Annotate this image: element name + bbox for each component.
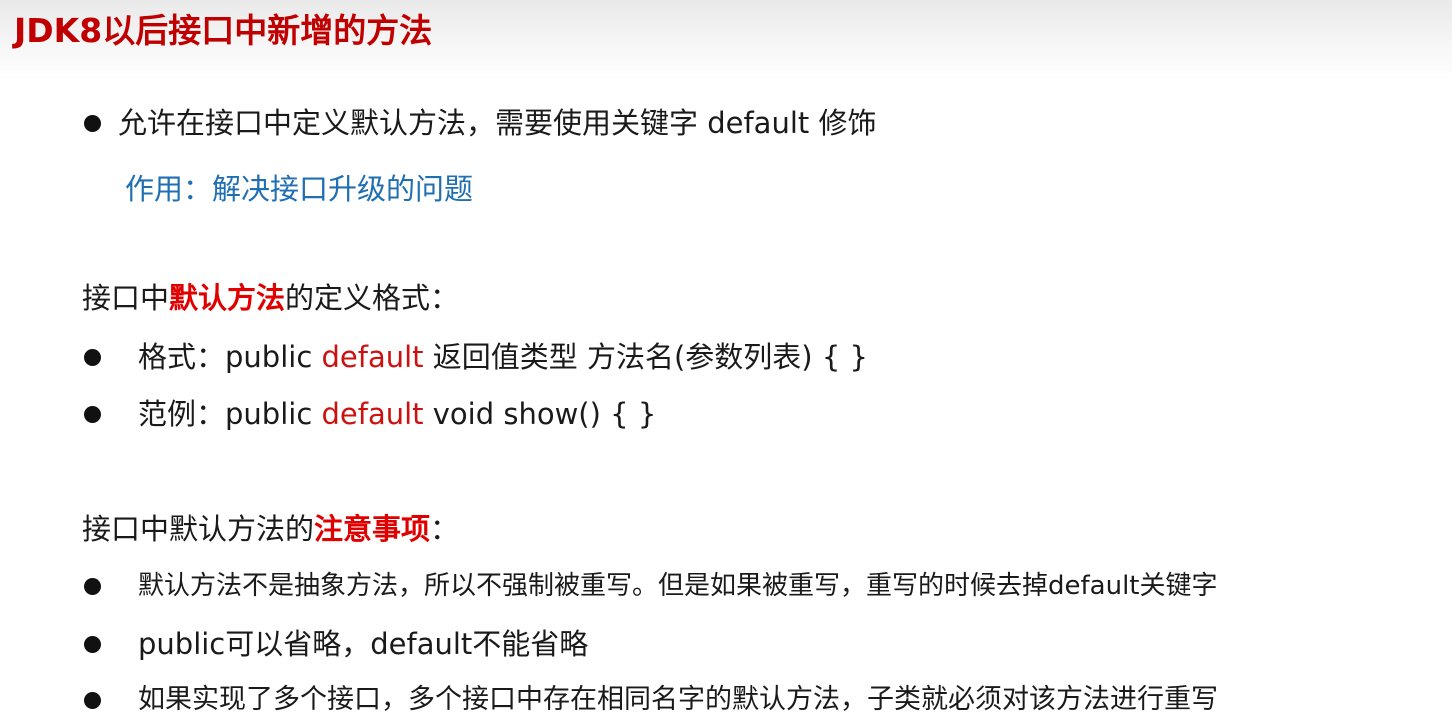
notes-heading: 接口中默认方法的注意事项： (82, 509, 459, 549)
format-item-2-label: 范例： (138, 397, 226, 431)
bullet-note-1 (84, 578, 101, 595)
format-item-2-pre: public (225, 397, 322, 431)
note-item-3: 如果实现了多个接口，多个接口中存在相同名字的默认方法，子类就必须对该方法进行重写 (138, 684, 1218, 715)
format-item-1-label: 格式： (138, 340, 226, 374)
format-heading-prefix: 接口中 (82, 281, 170, 315)
format-heading-highlight: 默认方法 (169, 281, 286, 315)
format-item-1: 格式：public default 返回值类型 方法名(参数列表) { } (138, 337, 868, 377)
notes-heading-highlight: 注意事项 (314, 512, 431, 546)
bullet-point-1 (84, 115, 101, 132)
point1-text: 允许在接口中定义默认方法，需要使用关键字 default 修饰 (118, 106, 877, 140)
slide-title: JDK8以后接口中新增的方法 (14, 11, 433, 50)
format-item-2: 范例：public default void show() { } (138, 394, 656, 434)
notes-heading-suffix: ： (430, 512, 460, 546)
format-heading-suffix: 的定义格式： (285, 281, 460, 315)
format-item-1-post: 返回值类型 方法名(参数列表) { } (423, 340, 868, 374)
bullet-format-1 (84, 349, 101, 366)
bullet-format-2 (84, 406, 101, 423)
bullet-note-3 (84, 692, 101, 709)
format-item-2-post: void show() { } (423, 397, 657, 431)
point1-purpose: 作用：解决接口升级的问题 (125, 172, 474, 206)
format-item-1-pre: public (225, 340, 322, 374)
format-item-1-keyword: default (321, 340, 424, 374)
note-item-2: public可以省略，default不能省略 (138, 627, 589, 661)
bullet-note-2 (84, 636, 101, 653)
notes-heading-prefix: 接口中默认方法的 (82, 512, 315, 546)
format-item-2-keyword: default (321, 397, 424, 431)
format-heading: 接口中默认方法的定义格式： (82, 278, 459, 318)
note-item-1: 默认方法不是抽象方法，所以不强制被重写。但是如果被重写，重写的时候去掉defau… (138, 571, 1218, 601)
